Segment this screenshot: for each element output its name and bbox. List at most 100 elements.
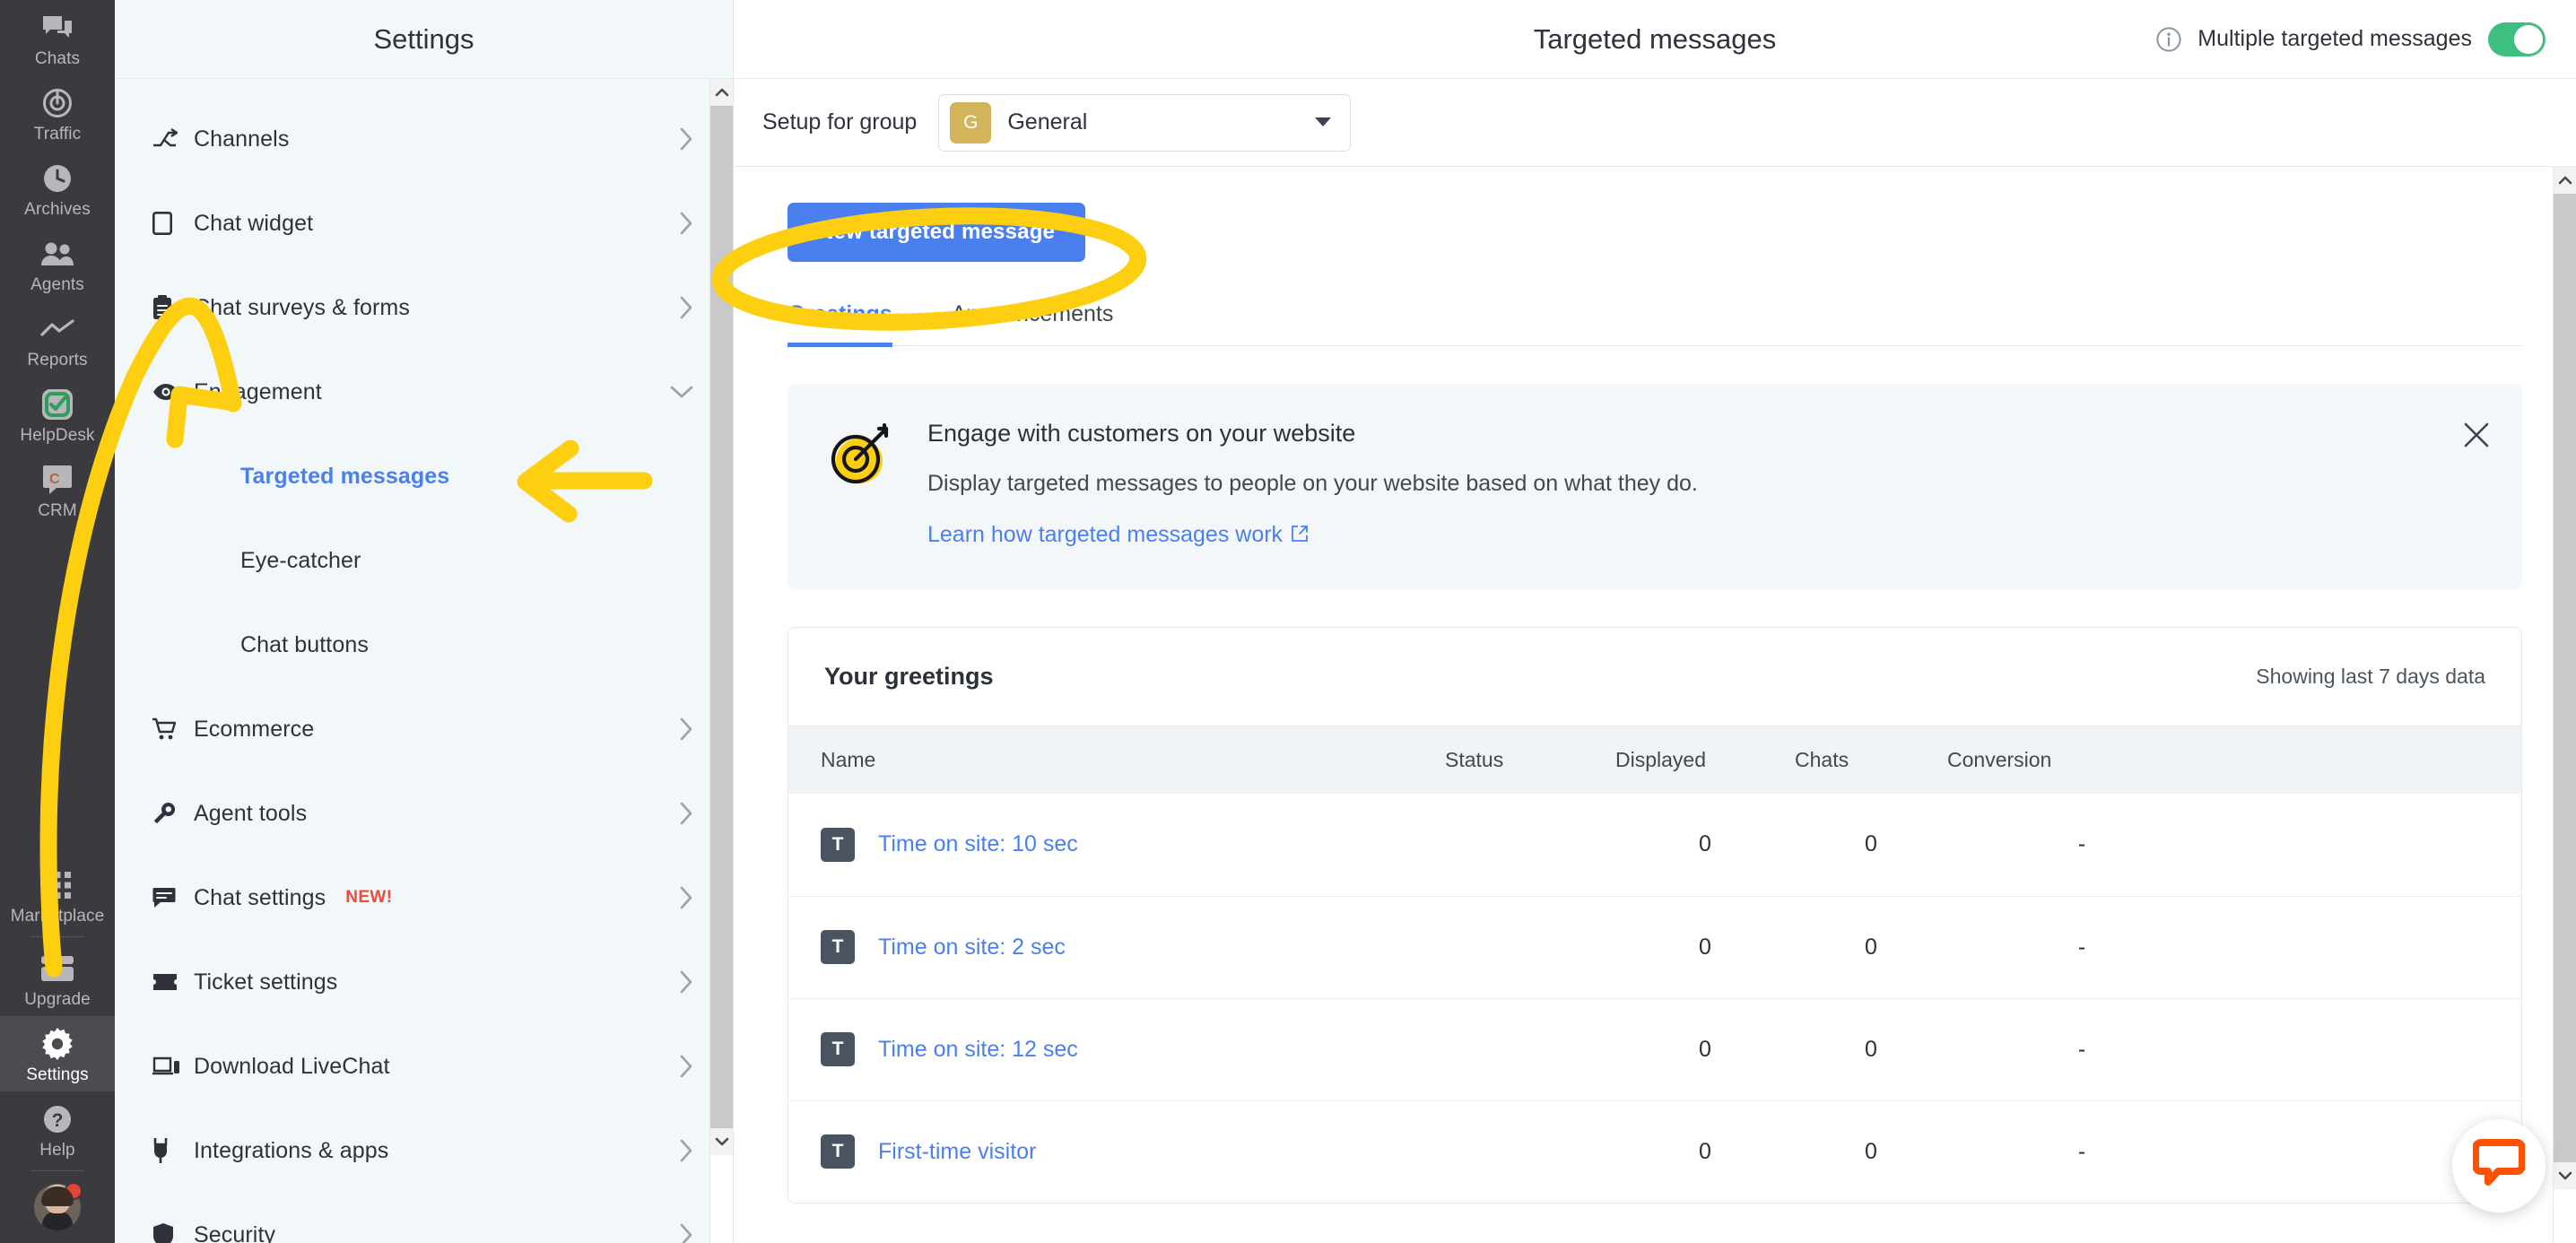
info-circle-icon[interactable] xyxy=(2156,26,2181,52)
sidebar-scrollbar[interactable] xyxy=(709,79,733,1243)
chat-bubble-icon xyxy=(152,887,194,908)
wrench-icon xyxy=(152,802,194,825)
sidebar-item-label: Download LiveChat xyxy=(194,1053,390,1079)
sidebar-item-security[interactable]: Security xyxy=(115,1193,733,1243)
livechat-bubble-icon xyxy=(2472,1138,2526,1194)
avatar-glasses xyxy=(47,1203,68,1209)
table-row[interactable]: T First-time visitor 0 0 - xyxy=(788,1100,2521,1203)
cell-status xyxy=(1445,997,1615,1100)
table-row[interactable]: T Time on site: 2 sec 0 0 - xyxy=(788,895,2521,998)
sidebar-item-download-livechat[interactable]: Download LiveChat xyxy=(115,1024,733,1108)
multiple-targeted-messages-toggle[interactable] xyxy=(2488,22,2546,56)
rail-item-upgrade[interactable]: Upgrade xyxy=(0,941,115,1016)
conversion-value: - xyxy=(2077,1138,2086,1164)
main-scroll-thumb[interactable] xyxy=(2554,194,2576,1162)
sidebar-item-ticket-settings[interactable]: Ticket settings xyxy=(115,940,733,1024)
sidebar-item-label: Channels xyxy=(194,126,290,152)
sidebar-item-chat-surveys-forms[interactable]: Chat surveys & forms xyxy=(115,265,733,350)
learn-how-link[interactable]: Learn how targeted messages work xyxy=(927,522,1308,548)
greeting-name-link[interactable]: Time on site: 2 sec xyxy=(878,934,1066,960)
gear-icon xyxy=(38,1026,77,1062)
sidebar-item-label: Ticket settings xyxy=(194,969,338,995)
svg-text:?: ? xyxy=(52,1110,64,1131)
sidebar-item-targeted-messages[interactable]: Targeted messages xyxy=(115,434,733,518)
learn-how-link-label: Learn how targeted messages work xyxy=(927,522,1284,547)
banner-body: Display targeted messages to people on y… xyxy=(927,471,1698,496)
rail-label: Traffic xyxy=(33,125,82,143)
close-icon[interactable] xyxy=(2463,422,2490,453)
tab-announcements[interactable]: Announcements xyxy=(952,301,1114,345)
greeting-name-link[interactable]: First-time visitor xyxy=(878,1139,1036,1165)
new-targeted-message-button[interactable]: New targeted message xyxy=(788,203,1086,262)
upgrade-card-icon xyxy=(38,951,77,987)
rail-label: Upgrade xyxy=(24,990,91,1009)
displayed-value: 0 xyxy=(1699,1036,1711,1062)
rail-item-settings[interactable]: Settings xyxy=(0,1016,115,1091)
sidebar-item-engagement[interactable]: Engagement xyxy=(115,350,733,434)
chats-value: 0 xyxy=(1865,1138,1877,1164)
greetings-table-head: Name Status Displayed Chats Conversion xyxy=(788,726,2521,794)
rail-item-agents[interactable]: Agents xyxy=(0,226,115,301)
settings-menu: Channels Chat widget Chat surveys & form… xyxy=(115,79,733,1243)
ticket-icon xyxy=(152,973,194,991)
scroll-down-arrow-icon[interactable] xyxy=(2554,1162,2576,1189)
rail-item-traffic[interactable]: Traffic xyxy=(0,75,115,151)
group-selector-bar: Setup for group G General xyxy=(734,79,2576,167)
chevron-right-icon xyxy=(679,212,693,235)
rail-label: HelpDesk xyxy=(20,426,95,445)
sidebar-item-agent-tools[interactable]: Agent tools xyxy=(115,771,733,856)
sidebar-item-chat-buttons[interactable]: Chat buttons xyxy=(115,603,733,687)
chats-value: 0 xyxy=(1865,934,1877,960)
greetings-card-title: Your greetings xyxy=(824,663,994,690)
greeting-name-link[interactable]: Time on site: 12 sec xyxy=(878,1037,1078,1063)
helpdesk-app-icon xyxy=(38,387,77,422)
rail-item-marketplace[interactable]: Marketplace xyxy=(0,857,115,933)
chevron-down-icon xyxy=(1314,113,1332,132)
rail-item-reports[interactable]: Reports xyxy=(0,301,115,377)
rail-item-help[interactable]: ? Help xyxy=(0,1091,115,1167)
conversion-value: - xyxy=(2077,934,2086,960)
conversion-value: - xyxy=(2077,1036,2086,1062)
app-rail: Chats Traffic Archives Agents Reports He… xyxy=(0,0,115,1243)
rail-item-crm[interactable]: C CRM xyxy=(0,452,115,527)
cell-name: T Time on site: 2 sec xyxy=(788,895,1445,998)
scroll-up-arrow-icon[interactable] xyxy=(710,79,733,106)
cell-status xyxy=(1445,1100,1615,1203)
sidebar-item-integrations-apps[interactable]: Integrations & apps xyxy=(115,1108,733,1193)
avatar[interactable] xyxy=(34,1182,83,1230)
rail-item-archives[interactable]: Archives xyxy=(0,151,115,226)
sidebar-scroll-thumb[interactable] xyxy=(710,106,733,1128)
table-row[interactable]: T Time on site: 10 sec 0 0 - xyxy=(788,794,2521,896)
sidebar-item-chat-widget[interactable]: Chat widget xyxy=(115,181,733,265)
sidebar-item-label: Chat widget xyxy=(194,210,314,236)
greeting-name-link[interactable]: Time on site: 10 sec xyxy=(878,831,1078,857)
sidebar-item-label: Security xyxy=(194,1221,276,1243)
target-dartboard-icon xyxy=(829,420,897,548)
main-scrollbar[interactable] xyxy=(2553,167,2576,1243)
sidebar-item-chat-settings[interactable]: Chat settings NEW! xyxy=(115,856,733,940)
external-link-icon xyxy=(1292,522,1308,548)
cell-name: T Time on site: 12 sec xyxy=(788,997,1445,1100)
greetings-card: Your greetings Showing last 7 days data … xyxy=(788,627,2522,1204)
sidebar-item-label: Agent tools xyxy=(194,800,308,826)
group-select[interactable]: G General xyxy=(938,93,1352,152)
sidebar-item-eye-catcher[interactable]: Eye-catcher xyxy=(115,518,733,603)
sidebar-item-label: Targeted messages xyxy=(240,463,450,489)
rail-item-chats[interactable]: Chats xyxy=(0,0,115,75)
sidebar-item-ecommerce[interactable]: Ecommerce xyxy=(115,687,733,771)
clipboard-icon xyxy=(152,295,194,320)
sidebar-item-label: Chat settings xyxy=(194,884,326,910)
table-row[interactable]: T Time on site: 12 sec 0 0 - xyxy=(788,997,2521,1100)
column-header-actions xyxy=(2216,726,2521,794)
sidebar-item-label: Eye-catcher xyxy=(240,547,361,573)
greetings-card-header: Your greetings Showing last 7 days data xyxy=(788,628,2521,726)
rail-item-helpdesk[interactable]: HelpDesk xyxy=(0,377,115,452)
tab-greetings[interactable]: Greetings xyxy=(788,301,892,347)
livechat-launcher-button[interactable] xyxy=(2452,1119,2546,1213)
rail-divider xyxy=(30,1170,84,1171)
sidebar-item-channels[interactable]: Channels xyxy=(115,97,733,181)
cell-conversion: - xyxy=(1947,997,2216,1100)
scroll-up-arrow-icon[interactable] xyxy=(2554,167,2576,194)
cell-displayed: 0 xyxy=(1615,997,1795,1100)
scroll-down-arrow-icon[interactable] xyxy=(710,1128,733,1155)
